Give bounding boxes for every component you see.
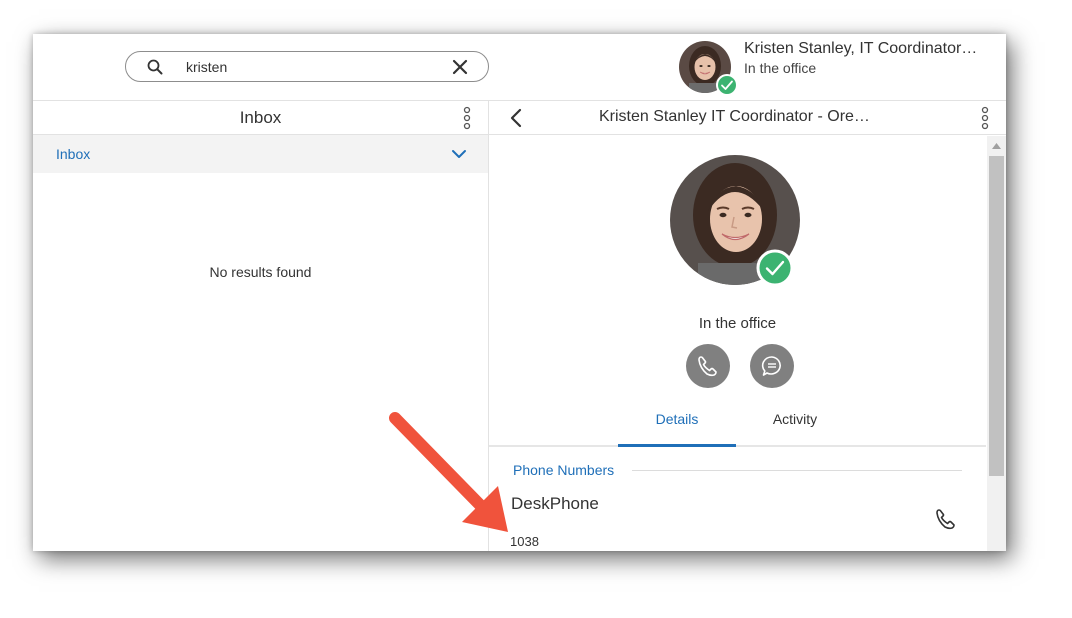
empty-message: No results found	[209, 264, 312, 280]
search-input[interactable]	[186, 57, 436, 77]
contact-avatar	[670, 155, 810, 295]
tab-details-underline	[618, 444, 736, 447]
search-icon	[147, 59, 163, 75]
search-box[interactable]	[125, 51, 489, 82]
app-window: Kristen Stanley, IT Coordinator… In the …	[33, 34, 1006, 551]
user-name: Kristen Stanley, IT Coordinator…	[744, 40, 978, 57]
user-avatar[interactable]	[679, 41, 738, 99]
kebab-menu-icon[interactable]	[979, 106, 991, 130]
inbox-folder-row[interactable]: Inbox	[33, 135, 488, 173]
top-bar: Kristen Stanley, IT Coordinator… In the …	[33, 34, 1006, 100]
tab-details[interactable]: Details	[618, 411, 736, 446]
phone-label: DeskPhone	[511, 494, 599, 513]
chat-button[interactable]	[750, 344, 794, 388]
contact-status: In the office	[698, 315, 777, 332]
call-button[interactable]	[686, 344, 730, 388]
dial-phone-icon[interactable]	[934, 507, 958, 531]
tab-activity[interactable]: Activity	[736, 411, 854, 446]
scrollbar[interactable]	[987, 136, 1006, 551]
contact-title: Kristen Stanley IT Coordinator - Ore…	[599, 108, 870, 125]
chat-bubble-icon	[761, 356, 781, 376]
scrollbar-thumb[interactable]	[989, 156, 1004, 476]
phone-icon	[698, 356, 717, 377]
contact-pane: Kristen Stanley IT Coordinator - Ore… In…	[489, 100, 1006, 551]
inbox-header: Inbox	[33, 101, 488, 135]
inbox-folder-label: Inbox	[56, 146, 91, 162]
chevron-left-icon[interactable]	[509, 108, 523, 128]
phone-number: 1038	[510, 534, 539, 549]
inbox-pane: Inbox Inbox No results found	[33, 100, 489, 551]
phone-numbers-heading: Phone Numbers	[513, 462, 615, 478]
chevron-down-icon[interactable]	[451, 148, 467, 160]
presence-check-icon	[716, 74, 738, 96]
inbox-title: Inbox	[239, 108, 282, 127]
presence-check-icon	[756, 249, 794, 287]
contact-header: Kristen Stanley IT Coordinator - Ore…	[489, 101, 1006, 135]
kebab-menu-icon[interactable]	[461, 106, 473, 130]
user-status: In the office	[744, 60, 817, 76]
close-icon[interactable]	[452, 59, 468, 75]
section-divider	[632, 470, 962, 471]
scroll-up-arrow-icon[interactable]	[992, 142, 1001, 149]
